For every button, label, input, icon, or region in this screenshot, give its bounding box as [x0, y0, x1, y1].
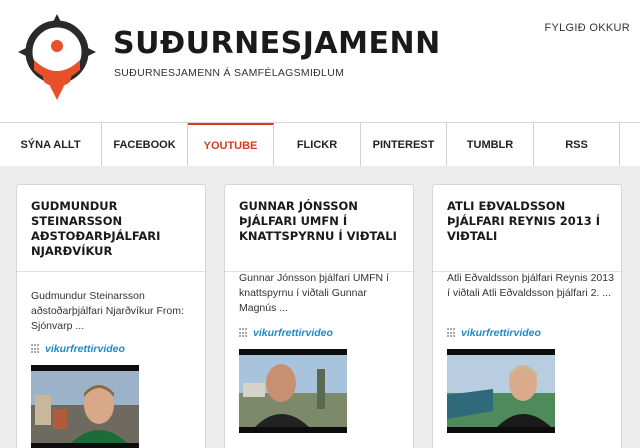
card-source-link[interactable]: vikurfrettirvideo: [447, 327, 541, 339]
grid-icon: [31, 344, 41, 354]
tab-facebook[interactable]: FACEBOOK: [102, 123, 188, 166]
feed-card[interactable]: ATLI EÐVALDSSON ÞJÁLFARI REYNIS 2013 Í V…: [432, 184, 622, 448]
card-excerpt: Atli Eðvaldsson þjálfari Reynis 2013 í v…: [447, 272, 614, 299]
card-excerpt: Gudmundur Steinarsson aðstoðarþjálfari N…: [31, 290, 184, 332]
site-subtitle: SUÐURNESJAMENN Á SAMFÉLAGSMIÐLUM: [114, 67, 345, 79]
feed-card[interactable]: GUNNAR JÓNSSON ÞJÁLFARI UMFN Í KNATTSPYR…: [224, 184, 414, 448]
card-divider: [17, 271, 205, 272]
tab-pinterest[interactable]: PINTEREST: [361, 123, 447, 166]
tab-show-all[interactable]: SÝNA ALLT: [0, 123, 102, 166]
card-title[interactable]: ATLI EÐVALDSSON ÞJÁLFARI REYNIS 2013 Í V…: [447, 199, 615, 244]
tab-more[interactable]: [620, 123, 640, 166]
card-source-link[interactable]: vikurfrettirvideo: [239, 327, 333, 339]
filter-tabs: SÝNA ALLT FACEBOOK YOUTUBE FLICKR PINTER…: [0, 122, 640, 166]
tab-tumblr[interactable]: TUMBLR: [447, 123, 534, 166]
card-source-link[interactable]: vikurfrettirvideo: [31, 343, 125, 355]
tab-rss[interactable]: RSS: [534, 123, 620, 166]
card-source-label: vikurfrettirvideo: [253, 327, 333, 339]
card-excerpt: Gunnar Jónsson þjálfari UMFN í knattspyr…: [239, 272, 389, 314]
tab-youtube[interactable]: YOUTUBE: [188, 123, 274, 166]
video-thumbnail[interactable]: [447, 349, 555, 433]
grid-icon: [239, 328, 249, 338]
compass-logo-icon[interactable]: [14, 12, 100, 102]
tab-flickr[interactable]: FLICKR: [274, 123, 361, 166]
follow-us-link[interactable]: FYLGIÐ OKKUR: [544, 22, 630, 34]
video-thumbnail[interactable]: [239, 349, 347, 433]
site-title[interactable]: SUÐURNESJAMENN: [113, 26, 441, 61]
card-source-label: vikurfrettirvideo: [461, 327, 541, 339]
feed-card[interactable]: GUDMUNDUR STEINARSSON AÐSTOÐARÞJÁLFARI N…: [16, 184, 206, 448]
card-title[interactable]: GUDMUNDUR STEINARSSON AÐSTOÐARÞJÁLFARI N…: [31, 199, 199, 259]
site-header: SUÐURNESJAMENN SUÐURNESJAMENN Á SAMFÉLAG…: [0, 0, 640, 118]
card-title[interactable]: GUNNAR JÓNSSON ÞJÁLFARI UMFN Í KNATTSPYR…: [239, 199, 407, 244]
grid-icon: [447, 328, 457, 338]
feed-grid: GUDMUNDUR STEINARSSON AÐSTOÐARÞJÁLFARI N…: [0, 166, 640, 448]
card-source-label: vikurfrettirvideo: [45, 343, 125, 355]
video-thumbnail[interactable]: [31, 365, 139, 448]
